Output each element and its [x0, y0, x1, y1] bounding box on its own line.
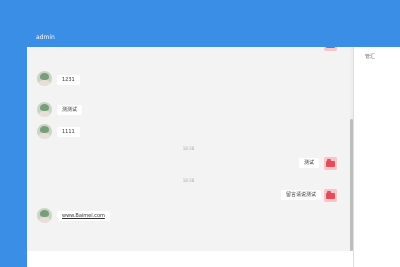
- message-bubble: 留言请说测试: [281, 190, 322, 200]
- message-time: 18:38: [182, 146, 195, 151]
- user-avatar: [324, 47, 337, 51]
- message-row: 1111: [27, 124, 350, 143]
- message-bubble: 测试: [299, 158, 320, 168]
- contact-avatar: [37, 102, 52, 117]
- contact-avatar: [37, 124, 52, 139]
- user-avatar: [324, 189, 337, 202]
- message-list[interactable]: 1231 测测试 1111 18:38 测试 18:38 留言请说测试 www.…: [27, 47, 350, 251]
- message-row: www.Baimei.com: [27, 208, 350, 227]
- user-avatar: [324, 157, 337, 170]
- chat-header: admin: [27, 28, 400, 47]
- chat-window: admin 1231 测测试 1111 18:38 测试 18:38 留言请说测…: [27, 28, 400, 267]
- message-time: 18:38: [182, 178, 195, 183]
- message-row: 测测试: [27, 102, 350, 121]
- side-panel-label: 管汇: [365, 54, 376, 60]
- input-area[interactable]: [27, 251, 353, 267]
- message-row: 测试: [27, 157, 350, 173]
- message-row: 留言请说测试: [27, 189, 350, 205]
- message-row: 1231: [27, 71, 350, 91]
- contact-avatar: [37, 71, 52, 86]
- message-bubble: 1231: [57, 75, 80, 85]
- contact-avatar: [37, 208, 52, 223]
- message-link[interactable]: www.Baimei.com: [57, 211, 110, 221]
- message-bubble: 测测试: [57, 105, 83, 115]
- panel-divider: [353, 47, 354, 267]
- message-bubble: 1111: [57, 127, 80, 137]
- chat-title: admin: [36, 34, 55, 41]
